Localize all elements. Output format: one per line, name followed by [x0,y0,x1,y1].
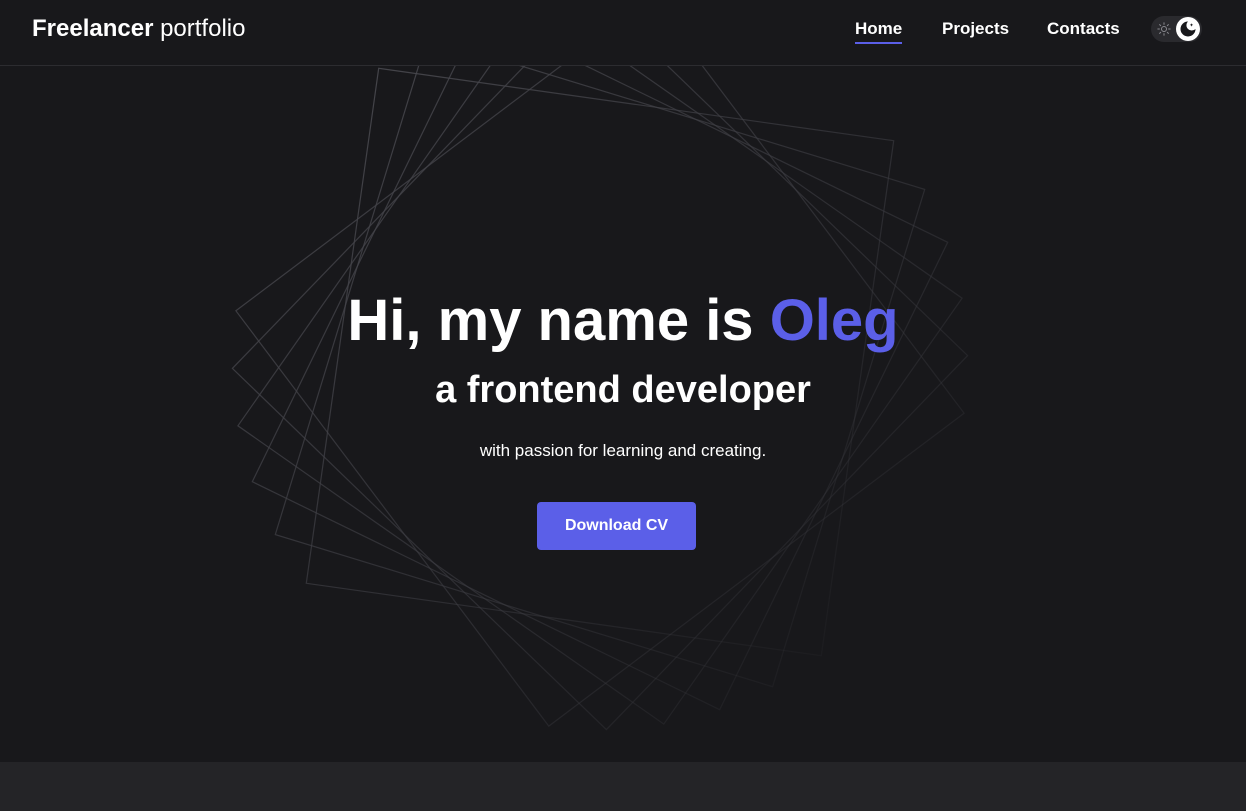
site-header: Freelancer portfolio Home Projects Conta… [0,0,1246,66]
logo-light-text: portfolio [153,15,246,42]
decorative-square [305,67,895,657]
nav-contacts-link[interactable]: Contacts [1047,18,1120,40]
nav-home-link[interactable]: Home [855,18,903,44]
theme-toggle[interactable] [1151,16,1202,42]
hero-tagline: with passion for learning and creating. [479,441,767,460]
next-section [0,762,1246,811]
nav-projects-link[interactable]: Projects [942,18,1009,40]
download-cv-button[interactable]: Download CV [537,502,696,550]
site-logo[interactable]: Freelancer portfolio [32,14,245,44]
sun-icon [1157,22,1171,36]
rotating-squares-decoration [231,66,969,731]
hero-section: Hi, my name is Oleg a frontend developer… [0,66,1246,762]
theme-toggle-knob [1176,17,1200,41]
headline-prefix: Hi, my name is [347,288,770,353]
moon-icon [1180,21,1196,37]
headline-name: Oleg [769,288,899,353]
hero-role: a frontend developer [435,369,811,411]
logo-bold-text: Freelancer [32,15,154,42]
hero-headline: Hi, my name is Oleg [0,286,1246,356]
